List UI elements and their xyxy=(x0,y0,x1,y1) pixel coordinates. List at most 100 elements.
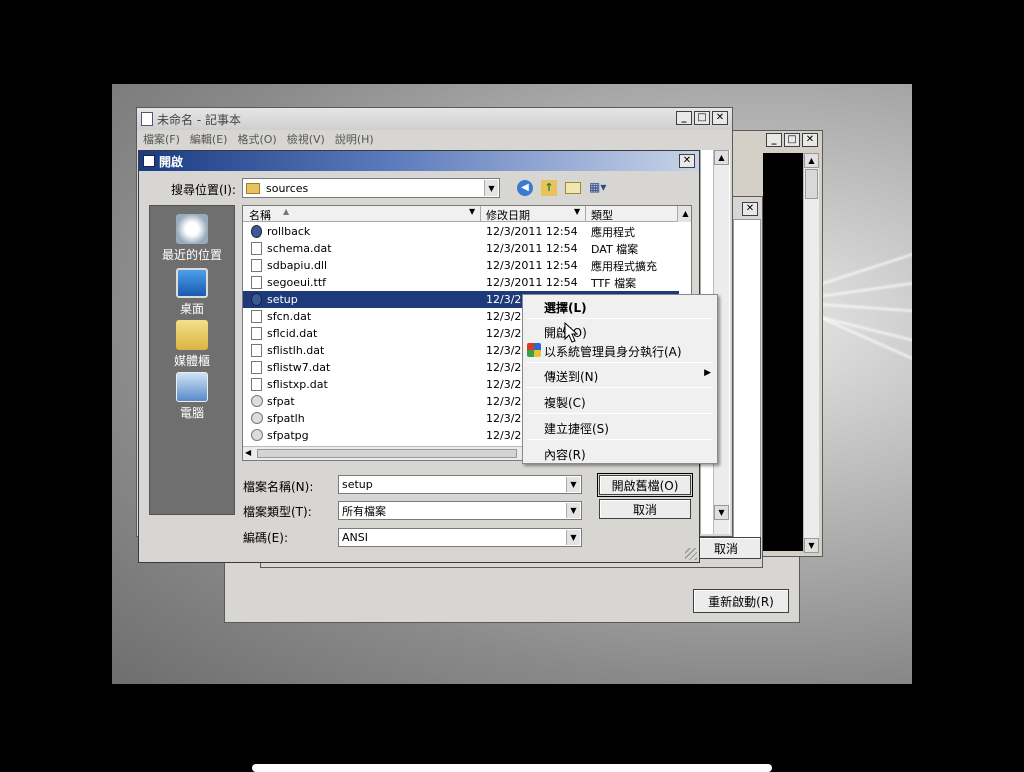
filename-value: setup xyxy=(342,478,373,491)
file-name: sflistw7.dat xyxy=(267,361,331,374)
file-row[interactable]: segoeui.ttf 12/3/2011 12:54 TTF 檔案 xyxy=(243,274,679,291)
libraries-icon xyxy=(176,320,208,350)
recent-places-icon xyxy=(176,214,208,244)
file-row[interactable]: schema.dat 12/3/2011 12:54 DAT 檔案 xyxy=(243,240,679,257)
menu-separator xyxy=(527,318,713,319)
file-name: sfpat xyxy=(267,395,295,408)
sort-icon: ▲ xyxy=(283,207,290,216)
minimize-icon[interactable]: _ xyxy=(676,111,692,125)
chevron-down-icon[interactable]: ▼ xyxy=(484,180,498,196)
menu-help[interactable]: 說明(H) xyxy=(335,131,374,147)
close-icon[interactable]: ✕ xyxy=(679,154,695,168)
maximize-icon[interactable]: □ xyxy=(694,111,710,125)
file-list-header: 名稱 ▲ ▼ 修改日期 ▼ 類型 ▲ xyxy=(243,206,691,223)
file-icon xyxy=(251,344,262,357)
menu-separator xyxy=(527,439,713,440)
place-desktop[interactable]: 桌面 xyxy=(150,268,234,317)
menu-item-run-as-admin[interactable]: 以系統管理員身分執行(A) xyxy=(544,343,682,360)
console-scrollbar[interactable]: ▲ ▼ xyxy=(803,153,819,553)
scroll-up-icon[interactable]: ▲ xyxy=(714,150,729,165)
menu-format[interactable]: 格式(O) xyxy=(237,131,276,147)
column-type[interactable]: 類型 xyxy=(591,207,613,223)
scroll-thumb[interactable] xyxy=(257,449,517,458)
scroll-down-icon[interactable]: ▼ xyxy=(804,538,819,553)
place-computer[interactable]: 電腦 xyxy=(150,372,234,421)
dialog-icon xyxy=(143,155,155,167)
resize-grip-icon[interactable] xyxy=(685,548,697,560)
dll-icon xyxy=(251,259,262,272)
cancel-button[interactable]: 取消 xyxy=(599,499,691,519)
chevron-down-icon[interactable]: ▼ xyxy=(566,503,580,518)
view-menu-icon[interactable]: ▦▾ xyxy=(589,180,611,196)
close-icon[interactable]: ✕ xyxy=(802,133,818,147)
file-name: sfcn.dat xyxy=(267,310,312,323)
place-desktop-label: 桌面 xyxy=(179,302,204,316)
lookin-combo[interactable]: sources ▼ xyxy=(242,178,500,198)
scroll-up-icon[interactable]: ▲ xyxy=(677,206,691,222)
gear-icon xyxy=(251,395,263,407)
encoding-select[interactable]: ANSI ▼ xyxy=(338,528,582,547)
scroll-left-icon[interactable]: ◀ xyxy=(245,448,251,457)
maximize-icon[interactable]: □ xyxy=(784,133,800,147)
middle-cancel-button[interactable]: 取消 xyxy=(691,537,761,559)
back-arrow-icon[interactable]: ◀ xyxy=(517,180,533,196)
chevron-down-icon[interactable]: ▼ xyxy=(566,530,580,545)
restart-button[interactable]: 重新啟動(R) xyxy=(693,589,789,613)
app-icon xyxy=(251,225,262,238)
file-date: 12/3/2011 12:54 xyxy=(486,225,578,238)
place-recent[interactable]: 最近的位置 xyxy=(150,214,234,263)
desktop-icon xyxy=(176,268,208,298)
place-computer-label: 電腦 xyxy=(179,406,204,420)
place-libraries[interactable]: 媒體櫃 xyxy=(150,320,234,369)
file-type: 應用程式擴充 xyxy=(591,259,657,273)
menu-file[interactable]: 檔案(F) xyxy=(143,131,180,147)
notepad-icon xyxy=(141,112,153,126)
file-icon xyxy=(251,310,262,323)
close-icon[interactable]: ✕ xyxy=(712,111,728,125)
file-type: TTF 檔案 xyxy=(591,276,637,290)
submenu-arrow-icon: ▶ xyxy=(704,368,711,378)
menu-separator xyxy=(527,387,713,388)
folder-icon xyxy=(246,182,260,194)
filename-label: 檔案名稱(N): xyxy=(243,480,314,494)
file-name: sfpatpg xyxy=(267,429,309,442)
computer-icon xyxy=(176,372,208,402)
menu-item-create-shortcut[interactable]: 建立捷徑(S) xyxy=(544,420,609,437)
new-folder-icon[interactable] xyxy=(565,182,581,194)
menu-view[interactable]: 檢視(V) xyxy=(287,131,325,147)
scroll-up-icon[interactable]: ▲ xyxy=(804,153,819,168)
chevron-down-icon[interactable]: ▼ xyxy=(566,477,580,492)
bottom-bar xyxy=(252,764,772,772)
minimize-icon[interactable]: _ xyxy=(766,133,782,147)
notepad-menubar: 檔案(F) 編輯(E) 格式(O) 檢視(V) 說明(H) xyxy=(137,130,732,148)
up-folder-icon[interactable]: ↑ xyxy=(541,180,557,196)
column-date[interactable]: 修改日期 xyxy=(486,207,530,223)
menu-edit[interactable]: 編輯(E) xyxy=(190,131,228,147)
file-type: DAT 檔案 xyxy=(591,242,639,256)
file-row[interactable]: sdbapiu.dll 12/3/2011 12:54 應用程式擴充 xyxy=(243,257,679,274)
gear-icon xyxy=(251,429,263,441)
chevron-down-icon[interactable]: ▼ xyxy=(574,207,580,216)
encoding-label: 編碼(E): xyxy=(243,531,288,545)
filetype-value: 所有檔案 xyxy=(342,504,386,518)
filetype-select[interactable]: 所有檔案 ▼ xyxy=(338,501,582,520)
chevron-down-icon[interactable]: ▼ xyxy=(469,207,475,216)
filename-input[interactable]: setup ▼ xyxy=(338,475,582,494)
scroll-thumb[interactable] xyxy=(805,169,818,199)
shield-icon xyxy=(527,343,541,357)
menu-item-send-to[interactable]: 傳送到(N) xyxy=(544,368,598,385)
open-button[interactable]: 開啟舊檔(O) xyxy=(597,473,693,497)
middle-window-pane xyxy=(733,219,761,539)
menu-item-copy[interactable]: 複製(C) xyxy=(544,394,586,411)
column-name[interactable]: 名稱 xyxy=(249,207,271,223)
close-icon[interactable]: ✕ xyxy=(742,202,758,216)
scroll-down-icon[interactable]: ▼ xyxy=(714,505,729,520)
file-name: sfpatlh xyxy=(267,412,305,425)
file-row[interactable]: rollback 12/3/2011 12:54 應用程式 xyxy=(243,223,679,240)
encoding-value: ANSI xyxy=(342,531,368,544)
filetype-label: 檔案類型(T): xyxy=(243,505,312,519)
menu-item-properties[interactable]: 內容(R) xyxy=(544,446,586,463)
place-recent-label: 最近的位置 xyxy=(161,248,222,262)
lookin-value: sources xyxy=(266,181,309,195)
menu-item-select[interactable]: 選擇(L) xyxy=(544,299,587,316)
